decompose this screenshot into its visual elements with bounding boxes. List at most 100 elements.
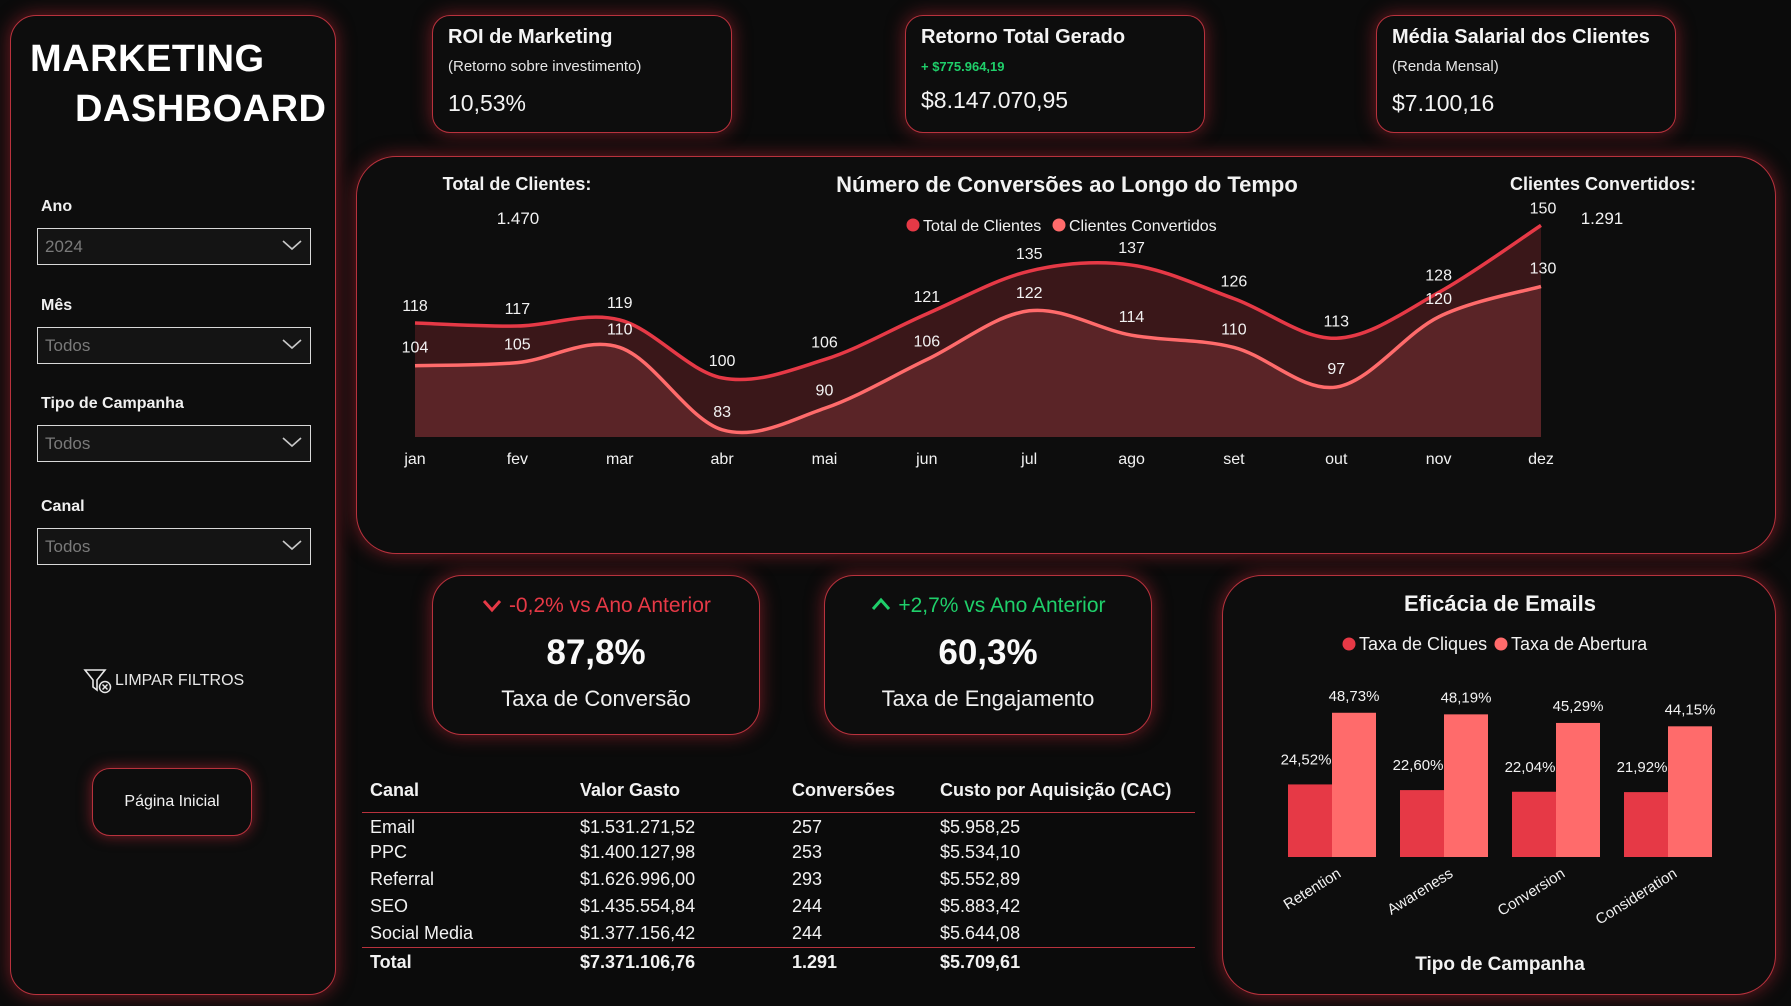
- cell-total-conversoes: 1.291: [784, 946, 932, 977]
- legend-label: Clientes Convertidos: [1069, 218, 1217, 235]
- line-chart-plot: 118 117 119 100 106 121 135 137 126 113 128 150 104 1…: [402, 200, 1557, 468]
- cell-conversoes: 257: [792, 817, 823, 838]
- bar: [1668, 726, 1712, 857]
- engagement-rate-name: Taxa de Engajamento: [881, 686, 1095, 711]
- legend-marker: [1494, 637, 1508, 651]
- data-label-convertidos: 122: [1016, 285, 1043, 302]
- engagement-rate-delta: +2,7% vs Ano Anterior: [825, 594, 1151, 618]
- kpi-roi-subtitle: (Retorno sobre investimento): [448, 58, 642, 75]
- cell-valor-gasto: $1.626.996,00: [580, 869, 696, 889]
- bar-data-label: 24,52%: [1281, 751, 1332, 768]
- data-label-total: 100: [709, 353, 736, 370]
- x-tick-label: Retention: [1281, 865, 1344, 913]
- kpi-card-media-salarial: Média Salarial dos Clientes (Renda Mensa…: [1376, 15, 1676, 133]
- cell-conversoes: 244: [792, 896, 823, 916]
- x-tick-label: set: [1223, 451, 1245, 468]
- data-label-convertidos: 130: [1530, 260, 1557, 277]
- data-label-total: 150: [1530, 200, 1557, 217]
- bar-chart-legend: Taxa de Cliques Taxa de Abertura: [1342, 634, 1648, 654]
- cell-cac: $5.552,89: [940, 869, 1021, 889]
- filter-sidebar: MARKETING DASHBOARD Ano 2024 Mês Todos T…: [10, 15, 336, 995]
- filter-tipo-campanha-value: Todos: [45, 434, 91, 453]
- x-tick-label: abr: [711, 451, 735, 468]
- x-tick-label: fev: [507, 451, 528, 468]
- cell-valor-gasto: $1.377.156,42: [580, 922, 696, 943]
- filter-ano-dropdown[interactable]: 2024: [37, 228, 311, 265]
- data-label-convertidos: 114: [1119, 309, 1145, 326]
- x-tick-label: jan: [403, 451, 425, 468]
- conversion-rate-card: -0,2% vs Ano Anterior 87,8% Taxa de Conv…: [432, 575, 760, 735]
- line-chart-legend: Total de Clientes Clientes Convertidos: [906, 218, 1217, 235]
- col-header-valor-gasto[interactable]: Valor Gasto: [572, 770, 784, 813]
- cell-cac: $5.644,08: [940, 922, 1021, 943]
- filter-label-canal: Canal: [41, 498, 85, 515]
- col-header-cac[interactable]: Custo por Aquisição (CAC): [932, 770, 1195, 813]
- filter-label-mes: Mês: [41, 297, 73, 314]
- data-label-total: 118: [402, 298, 428, 315]
- bar-data-label: 21,92%: [1617, 759, 1668, 776]
- x-tick-label: jul: [1020, 451, 1037, 468]
- chevron-down-icon: [282, 339, 302, 350]
- x-tick-label: ago: [1118, 451, 1145, 468]
- cell-conversoes: 293: [792, 869, 823, 889]
- chevron-down-icon: [282, 240, 302, 251]
- cell-canal: Referral: [370, 869, 435, 889]
- cell-cac: $5.534,10: [940, 842, 1021, 862]
- chevron-down-icon: [282, 437, 302, 448]
- filter-clear-icon: [83, 669, 112, 694]
- x-tick-label: nov: [1426, 451, 1452, 468]
- cell-valor-gasto: $1.531.271,52: [580, 817, 696, 838]
- data-label-total: 119: [607, 295, 633, 312]
- filter-canal-dropdown[interactable]: Todos: [37, 528, 311, 565]
- conversion-rate-delta-text: -0,2% vs Ano Anterior: [508, 594, 711, 617]
- data-label-total: 106: [811, 335, 838, 352]
- filter-label-tipo-campanha: Tipo de Campanha: [41, 395, 184, 412]
- col-header-conversoes[interactable]: Conversões: [784, 770, 932, 813]
- clear-filters-button[interactable]: LIMPAR FILTROS: [83, 666, 244, 696]
- cell-canal: Social Media: [370, 922, 474, 943]
- col-header-canal[interactable]: Canal: [362, 770, 572, 813]
- x-tick-label: mai: [812, 451, 838, 468]
- data-label-convertidos: 104: [402, 340, 429, 357]
- bar: [1400, 790, 1444, 857]
- legend-marker: [906, 218, 920, 232]
- line-chart-svg: Total de Clientes: 1.470 Número de Conve…: [402, 172, 1696, 468]
- filter-mes-dropdown[interactable]: Todos: [37, 327, 311, 364]
- home-page-button[interactable]: Página Inicial: [92, 768, 252, 836]
- bar: [1444, 714, 1488, 857]
- filter-canal-value: Todos: [45, 537, 91, 556]
- cell-cac: $5.883,42: [940, 896, 1021, 916]
- table-header-row: Canal Valor Gasto Conversões Custo por A…: [362, 770, 1195, 813]
- data-label-total: 135: [1016, 246, 1043, 263]
- line-chart-title: Número de Conversões ao Longo do Tempo: [836, 172, 1298, 197]
- data-label-total: 117: [505, 301, 531, 318]
- filter-tipo-campanha-dropdown[interactable]: Todos: [37, 425, 311, 462]
- data-label-convertidos: 110: [607, 321, 633, 338]
- kpi-card-retorno-total: Retorno Total Gerado + $775.964,19 $8.14…: [905, 15, 1205, 133]
- cell-cac: $5.958,25: [940, 817, 1021, 838]
- legend-label: Total de Clientes: [923, 218, 1041, 235]
- cell-total-label: Total: [362, 946, 572, 977]
- engagement-rate-delta-text: +2,7% vs Ano Anterior: [898, 594, 1106, 617]
- cell-canal: Email: [370, 817, 416, 838]
- data-label-convertidos: 105: [504, 337, 531, 354]
- bar-chart-title: Eficácia de Emails: [1404, 591, 1596, 616]
- clientes-convertidos-label: Clientes Convertidos:: [1510, 174, 1696, 194]
- dashboard-title-line1: MARKETING: [30, 38, 265, 80]
- table-row: Email $1.531.271,52 257 $5.958,25: [362, 812, 1195, 839]
- kpi-card-roi: ROI de Marketing (Retorno sobre investim…: [432, 15, 732, 133]
- table-row: Social Media $1.377.156,42 244 $5.644,08: [362, 920, 1195, 947]
- conversions-over-time-chart: Total de Clientes: 1.470 Número de Conve…: [356, 156, 1776, 554]
- kpi-roi-title: ROI de Marketing: [448, 26, 613, 48]
- engagement-rate-card: +2,7% vs Ano Anterior 60,3% Taxa de Enga…: [824, 575, 1152, 735]
- cell-conversoes: 253: [792, 842, 823, 862]
- email-effectiveness-chart: Eficácia de Emails Tipo de Campanha Taxa…: [1222, 575, 1776, 995]
- arrow-down-icon: [482, 600, 502, 613]
- bar: [1512, 791, 1556, 857]
- bar-chart-plot: 24,52% 48,73% Retention 22,60% 48,19% Awarene…: [1281, 688, 1716, 929]
- table-row: Referral $1.626.996,00 293 $5.552,89: [362, 866, 1195, 893]
- clientes-convertidos-value: 1.291: [1581, 209, 1624, 228]
- x-tick-label: mar: [606, 451, 634, 468]
- total-clientes-label: Total de Clientes:: [443, 174, 592, 194]
- bar: [1556, 722, 1600, 857]
